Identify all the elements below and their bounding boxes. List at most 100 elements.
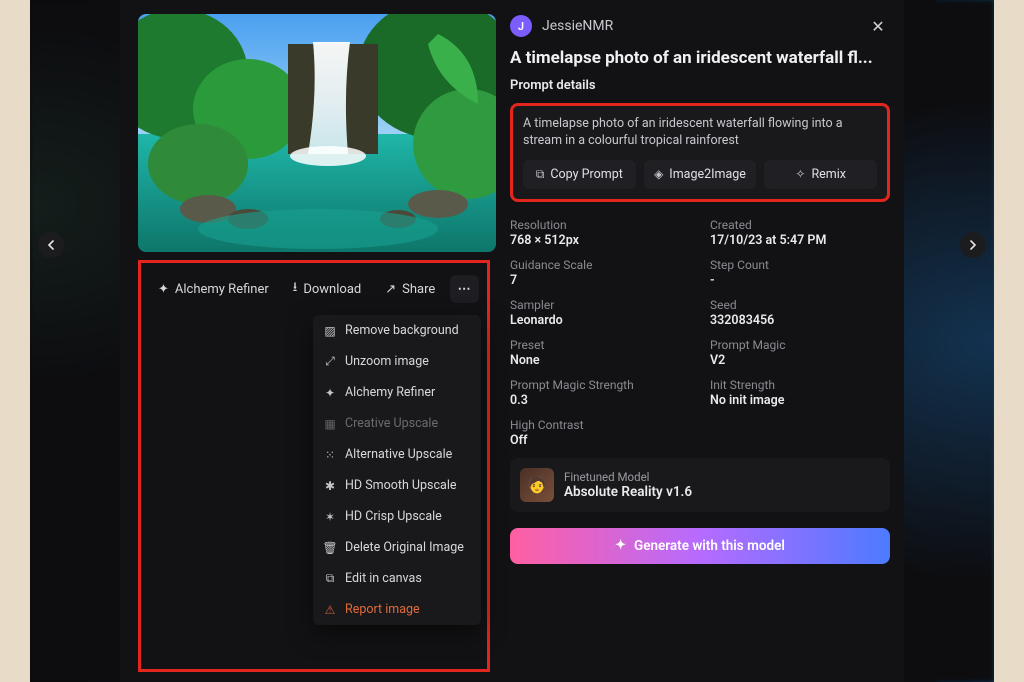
model-name: Absolute Reality v1.6 (564, 484, 692, 500)
menu-item-edit-in-canvas[interactable]: ⧉ Edit in canvas (313, 563, 481, 594)
username[interactable]: JessieNMR (542, 18, 613, 34)
menu-item-icon: ⚠ (323, 603, 337, 617)
meta-cell: Prompt MagicV2 (710, 338, 890, 368)
wand-icon: ✧ (795, 167, 805, 181)
prompt-text: A timelapse photo of an iridescent water… (523, 116, 877, 150)
close-button[interactable]: ✕ (866, 14, 890, 38)
model-label: Finetuned Model (564, 470, 692, 484)
meta-label: Seed (710, 298, 890, 312)
menu-item-remove-background[interactable]: ▨ Remove background (313, 315, 481, 346)
menu-item-label: Report image (345, 602, 420, 617)
meta-value: 7 (510, 273, 690, 288)
copy-prompt-button[interactable]: ⧉ Copy Prompt (523, 160, 636, 189)
meta-cell: PresetNone (510, 338, 690, 368)
meta-value: - (710, 273, 890, 288)
menu-item-label: Remove background (345, 323, 459, 338)
sparkle-icon: ✦ (158, 282, 169, 297)
meta-label: Prompt Magic Strength (510, 378, 690, 392)
menu-item-label: HD Crisp Upscale (345, 509, 442, 524)
menu-item-icon: ✶ (323, 510, 337, 524)
ellipsis-icon: ⋯ (458, 282, 472, 297)
meta-value: V2 (710, 353, 890, 368)
menu-item-label: Alternative Upscale (345, 447, 452, 462)
alchemy-label: Alchemy Refiner (175, 282, 269, 297)
meta-label: Init Strength (710, 378, 890, 392)
meta-label: Sampler (510, 298, 690, 312)
meta-value: 17/10/23 at 5:47 PM (710, 233, 890, 248)
meta-value: None (510, 353, 690, 368)
meta-value: Off (510, 433, 690, 448)
next-image-button[interactable] (960, 232, 986, 258)
copy-icon: ⧉ (536, 167, 545, 182)
meta-label: Preset (510, 338, 690, 352)
meta-cell: Seed332083456 (710, 298, 890, 328)
meta-cell: Created17/10/23 at 5:47 PM (710, 218, 890, 248)
menu-item-unzoom-image[interactable]: ⤢ Unzoom image (313, 346, 481, 377)
alchemy-refiner-button[interactable]: ✦ Alchemy Refiner (149, 277, 278, 302)
more-actions-button[interactable]: ⋯ (450, 275, 479, 303)
close-icon: ✕ (871, 17, 884, 36)
share-button[interactable]: ↗ Share (376, 277, 444, 302)
hero-image (138, 14, 496, 252)
image-detail-panel: ✦ Alchemy Refiner ⭳ Download ↗ Share ⋯ (120, 0, 904, 682)
avatar[interactable]: J (510, 15, 532, 37)
share-label: Share (402, 282, 435, 297)
meta-label: High Contrast (510, 418, 690, 432)
meta-label: Guidance Scale (510, 258, 690, 272)
menu-item-label: Delete Original Image (345, 540, 464, 555)
meta-value: No init image (710, 393, 890, 408)
menu-item-icon: ▦ (323, 417, 337, 431)
image2image-button[interactable]: ◈ Image2Image (644, 160, 757, 189)
download-button[interactable]: ⭳ Download (284, 273, 370, 305)
prompt-box: A timelapse photo of an iridescent water… (510, 103, 890, 202)
meta-value: 0.3 (510, 393, 690, 408)
meta-label: Step Count (710, 258, 890, 272)
meta-value: Leonardo (510, 313, 690, 328)
meta-label: Prompt Magic (710, 338, 890, 352)
menu-item-label: Creative Upscale (345, 416, 438, 431)
prev-image-button[interactable] (38, 232, 64, 258)
meta-cell: Step Count- (710, 258, 890, 288)
menu-item-icon: ✦ (323, 386, 337, 400)
meta-cell: High ContrastOff (510, 418, 690, 448)
meta-cell: Resolution768 × 512px (510, 218, 690, 248)
menu-item-label: Alchemy Refiner (345, 385, 435, 400)
menu-item-hd-crisp-upscale[interactable]: ✶ HD Crisp Upscale (313, 501, 481, 532)
menu-item-creative-upscale: ▦ Creative Upscale (313, 408, 481, 439)
meta-cell: Init StrengthNo init image (710, 378, 890, 408)
menu-item-icon: ▨ (323, 324, 337, 338)
download-icon: ⭳ (293, 278, 298, 300)
image-title: A timelapse photo of an iridescent water… (510, 48, 890, 68)
menu-item-alchemy-refiner[interactable]: ✦ Alchemy Refiner (313, 377, 481, 408)
menu-item-icon: 🗑 (323, 541, 337, 555)
menu-item-icon: ⤢ (323, 354, 337, 369)
generate-with-model-button[interactable]: ✦ Generate with this model (510, 528, 890, 564)
meta-value: 332083456 (710, 313, 890, 328)
meta-value: 768 × 512px (510, 233, 690, 248)
share-icon: ↗ (385, 282, 396, 297)
menu-item-delete-original-image[interactable]: 🗑 Delete Original Image (313, 532, 481, 563)
metadata-grid: Resolution768 × 512px Created17/10/23 at … (510, 218, 890, 448)
menu-item-icon: ⁙ (323, 448, 337, 462)
magic-icon: ✦ (615, 538, 626, 553)
model-box[interactable]: 🧑 Finetuned Model Absolute Reality v1.6 (510, 458, 890, 512)
menu-item-icon: ⧉ (323, 571, 337, 586)
meta-cell: Guidance Scale7 (510, 258, 690, 288)
menu-item-label: Unzoom image (345, 354, 429, 369)
menu-item-report-image[interactable]: ⚠ Report image (313, 594, 481, 625)
menu-item-alternative-upscale[interactable]: ⁙ Alternative Upscale (313, 439, 481, 470)
menu-item-hd-smooth-upscale[interactable]: ✱ HD Smooth Upscale (313, 470, 481, 501)
layers-icon: ◈ (654, 167, 663, 181)
model-thumb: 🧑 (520, 468, 554, 502)
download-label: Download (303, 282, 361, 297)
meta-label: Resolution (510, 218, 690, 232)
meta-cell: SamplerLeonardo (510, 298, 690, 328)
prompt-details-label: Prompt details (510, 78, 890, 93)
menu-item-label: HD Smooth Upscale (345, 478, 457, 493)
toolbar-highlight-box: ✦ Alchemy Refiner ⭳ Download ↗ Share ⋯ (138, 260, 490, 672)
menu-item-label: Edit in canvas (345, 571, 422, 586)
remix-button[interactable]: ✧ Remix (764, 160, 877, 189)
menu-item-icon: ✱ (323, 479, 337, 493)
more-actions-menu: ▨ Remove background ⤢ Unzoom image ✦ Alchemy … (313, 315, 481, 625)
meta-cell: Prompt Magic Strength0.3 (510, 378, 690, 408)
